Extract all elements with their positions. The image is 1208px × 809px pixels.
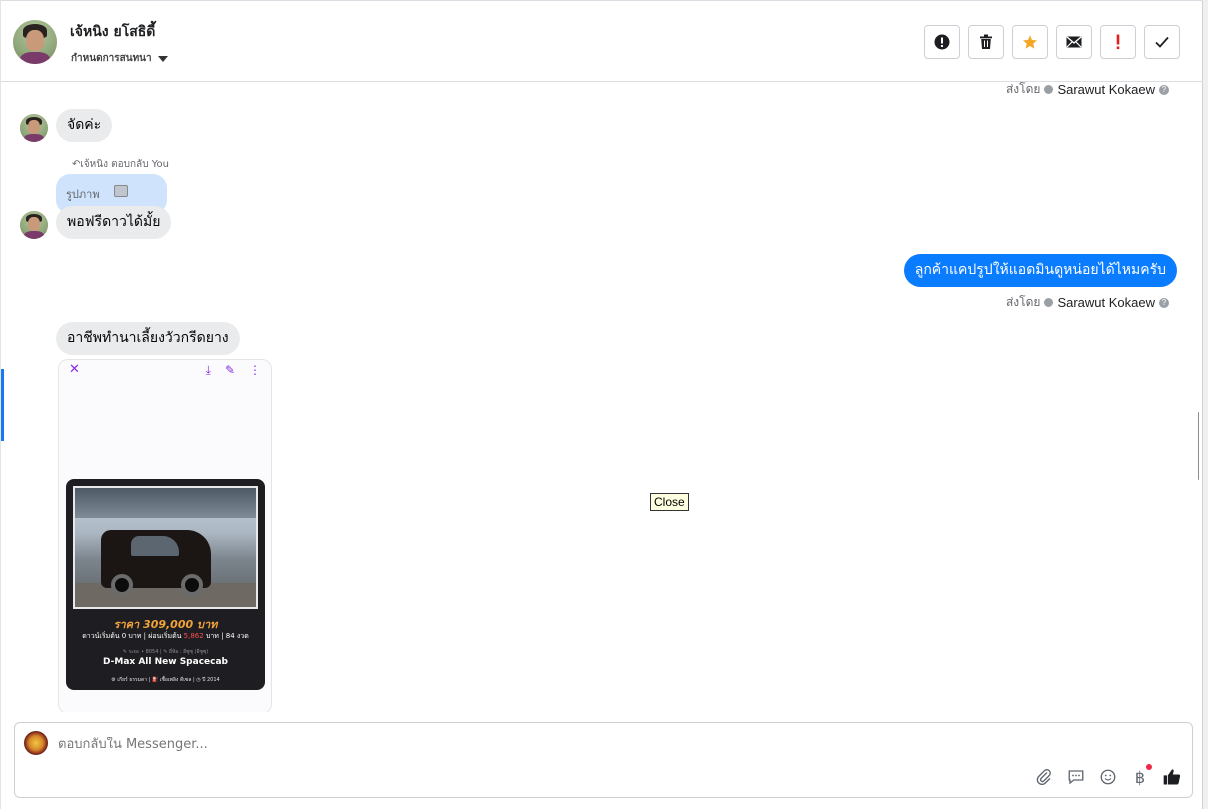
mark-done-button[interactable] bbox=[1144, 25, 1180, 59]
car-specs: ⚙ เกียร์ ธรรมดา | ⛽ เชื้อเพลิง ดีเซล | ◷… bbox=[111, 677, 220, 683]
mail-icon bbox=[1066, 36, 1082, 48]
agent-name[interactable]: Sarawut Kokaew bbox=[1057, 295, 1155, 310]
alert-icon bbox=[934, 34, 950, 50]
contact-avatar-small[interactable] bbox=[20, 211, 48, 239]
quoted-label: รูปภาพ bbox=[66, 188, 100, 201]
image-icon bbox=[113, 185, 128, 197]
verified-icon bbox=[1044, 85, 1054, 94]
contact-avatar-small[interactable] bbox=[20, 114, 48, 142]
active-indicator bbox=[1, 369, 4, 441]
baht-icon: ฿ bbox=[1134, 767, 1146, 787]
conversation-header: เจ้หนิง ยโสธิดี้ กำหนดการสนทนา bbox=[1, 0, 1204, 82]
sent-by-label: ส่งโดย bbox=[1005, 295, 1041, 309]
saved-replies-button[interactable] bbox=[1066, 767, 1086, 787]
contact-name[interactable]: เจ้หนิง ยโสธิดี้ bbox=[70, 21, 155, 43]
close-tooltip: Close bbox=[650, 493, 689, 511]
assign-conversation-dropdown[interactable]: กำหนดการสนทนา bbox=[71, 51, 168, 66]
paperclip-icon bbox=[1036, 769, 1051, 786]
assign-label: กำหนดการสนทนา bbox=[71, 53, 152, 64]
agent-name[interactable]: Sarawut Kokaew bbox=[1057, 82, 1155, 97]
thread-scrollbar[interactable] bbox=[1198, 412, 1199, 480]
thumbs-up-icon bbox=[1163, 769, 1181, 785]
verified-icon bbox=[1044, 298, 1054, 307]
composer-toolbar: ฿ bbox=[1034, 764, 1182, 787]
incoming-message[interactable]: จัดค่ะ bbox=[56, 109, 113, 142]
incoming-message[interactable]: อาชีพทำนาเลี้ยงวัวกรีดยาง bbox=[56, 322, 240, 355]
important-icon bbox=[1116, 34, 1120, 50]
help-icon[interactable]: ? bbox=[1159, 297, 1169, 308]
smiley-icon bbox=[1100, 769, 1116, 785]
page-avatar bbox=[24, 731, 48, 755]
outgoing-message[interactable]: ลูกค้าแคปรูปให้แอดมินดูหน่อยได้ไหมครับ bbox=[903, 254, 1177, 287]
like-button[interactable] bbox=[1162, 767, 1182, 787]
car-model: D-Max All New Spacecab bbox=[103, 657, 228, 667]
chevron-down-icon bbox=[157, 55, 168, 62]
reply-composer: ฿ bbox=[14, 722, 1193, 798]
alert-button[interactable] bbox=[924, 25, 960, 59]
email-button[interactable] bbox=[1056, 25, 1092, 59]
reply-input[interactable] bbox=[58, 737, 958, 752]
notification-dot bbox=[1146, 764, 1152, 770]
sent-by-line: ส่งโดย Sarawut Kokaew ? bbox=[1006, 82, 1169, 99]
trash-icon bbox=[980, 34, 992, 49]
chat-bubble-icon bbox=[1068, 770, 1084, 785]
more-icon[interactable]: ⋮ bbox=[249, 363, 261, 378]
down-payment-line: ดาวน์เริ่มต้น 0 บาท | ผ่อนเริ่มต้น 5,862… bbox=[82, 632, 249, 640]
window-scrollbar[interactable] bbox=[1203, 0, 1208, 809]
attachment-tools: ⤓ ✎ ⋮ bbox=[206, 363, 261, 378]
close-icon[interactable]: ✕ bbox=[69, 362, 80, 377]
star-icon bbox=[1023, 35, 1037, 49]
car-photo bbox=[73, 486, 258, 609]
contact-avatar[interactable] bbox=[13, 20, 57, 64]
sent-by-line: ส่งโดย Sarawut Kokaew ? bbox=[1006, 293, 1169, 312]
emoji-button[interactable] bbox=[1098, 767, 1118, 787]
help-icon[interactable]: ? bbox=[1159, 84, 1169, 95]
delete-button[interactable] bbox=[968, 25, 1004, 59]
car-listing-card: ราคา 309,000 บาท ดาวน์เริ่มต้น 0 บาท | ผ… bbox=[66, 479, 265, 690]
messenger-frame: เจ้หนิง ยโสธิดี้ กำหนดการสนทนา ส่งโดย Sa… bbox=[0, 0, 1204, 809]
check-icon bbox=[1155, 36, 1169, 48]
attach-button[interactable] bbox=[1034, 767, 1054, 787]
edit-icon[interactable]: ✎ bbox=[225, 363, 235, 378]
star-button[interactable] bbox=[1012, 25, 1048, 59]
image-attachment[interactable]: ✕ ⤓ ✎ ⋮ ราคา 309,000 บาท ดาวน์เริ่มต้น 0… bbox=[58, 359, 272, 712]
message-thread[interactable]: ส่งโดย Sarawut Kokaew ? จัดค่ะ ↶เจ้หนิง … bbox=[1, 82, 1199, 712]
mark-important-button[interactable] bbox=[1100, 25, 1136, 59]
car-sub-info: ✎ ระยะ • 8054 | ✎ ยี่ห้อ : อีซูซุ (อีซูซ… bbox=[122, 649, 209, 655]
payment-button[interactable]: ฿ bbox=[1130, 764, 1152, 787]
download-icon[interactable]: ⤓ bbox=[206, 363, 211, 378]
incoming-message[interactable]: พอฟรีดาวได้มั้ย bbox=[56, 206, 172, 239]
reply-meta: ↶เจ้หนิง ตอบกลับ You bbox=[72, 159, 169, 170]
header-toolbar bbox=[924, 25, 1180, 59]
sent-by-label: ส่งโดย bbox=[1005, 82, 1041, 96]
